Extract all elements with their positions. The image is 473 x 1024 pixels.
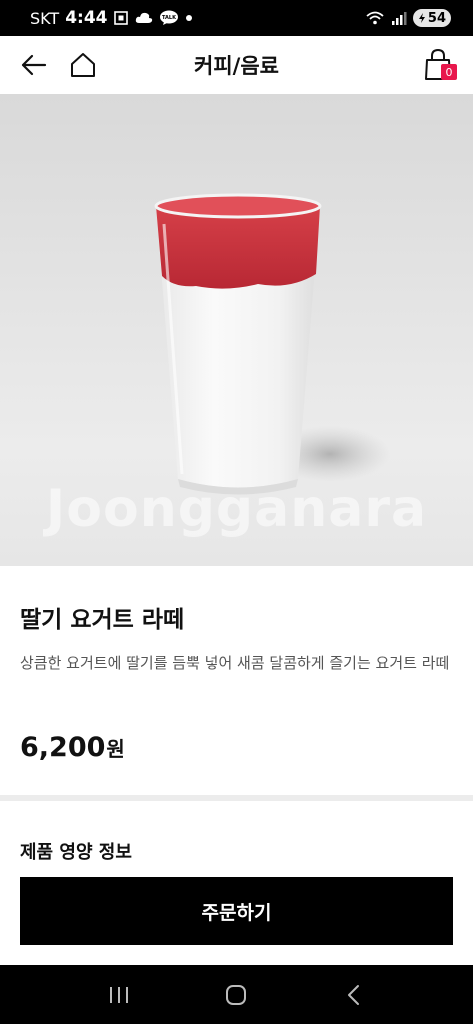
nav-home-icon	[226, 984, 247, 1005]
product-price: 6,200 원	[20, 732, 125, 763]
watermark: Joongganara	[45, 479, 428, 539]
cart-button[interactable]: 0	[419, 45, 459, 85]
price-value: 6,200	[20, 732, 106, 763]
app-header: 커피/음료 0	[0, 36, 473, 94]
battery-indicator: 54	[412, 9, 451, 27]
product-name: 딸기 요거트 라떼	[20, 607, 185, 633]
system-nav-bar	[0, 965, 473, 1024]
recents-icon	[109, 986, 128, 1003]
arrow-left-icon	[21, 54, 47, 76]
section-divider	[0, 795, 473, 801]
nav-home-button[interactable]	[211, 975, 261, 1015]
talk-label: TALK	[163, 15, 178, 21]
order-bar: 주문하기	[0, 860, 473, 965]
status-bar: SKT 4:44 TALK 54	[0, 0, 473, 36]
carrier-label: SKT	[30, 8, 60, 28]
status-left: SKT 4:44 TALK	[30, 8, 193, 28]
wifi-icon	[365, 10, 385, 26]
charging-icon	[418, 13, 425, 23]
order-button[interactable]: 주문하기	[20, 877, 453, 945]
signal-icon	[391, 11, 407, 25]
battery-level: 54	[427, 10, 446, 26]
clock: 4:44	[65, 8, 108, 28]
product-image: Joongganara	[0, 94, 473, 566]
price-unit: 원	[106, 737, 125, 761]
nav-back-icon	[348, 984, 360, 1005]
kakaotalk-icon: TALK	[159, 10, 179, 26]
notification-dot-icon	[185, 14, 193, 22]
home-icon	[71, 53, 95, 77]
back-button[interactable]	[14, 45, 54, 85]
home-button[interactable]	[63, 45, 103, 85]
nav-back-button[interactable]	[329, 975, 379, 1015]
screenshot-icon	[113, 10, 129, 26]
cart-count-badge: 0	[441, 64, 457, 80]
recents-button[interactable]	[94, 975, 144, 1015]
cloud-icon	[135, 11, 153, 25]
status-right: 54	[365, 9, 451, 27]
product-description: 상큼한 요거트에 딸기를 듬뿍 넣어 새콤 달콤하게 즐기는 요거트 라떼	[20, 654, 450, 672]
